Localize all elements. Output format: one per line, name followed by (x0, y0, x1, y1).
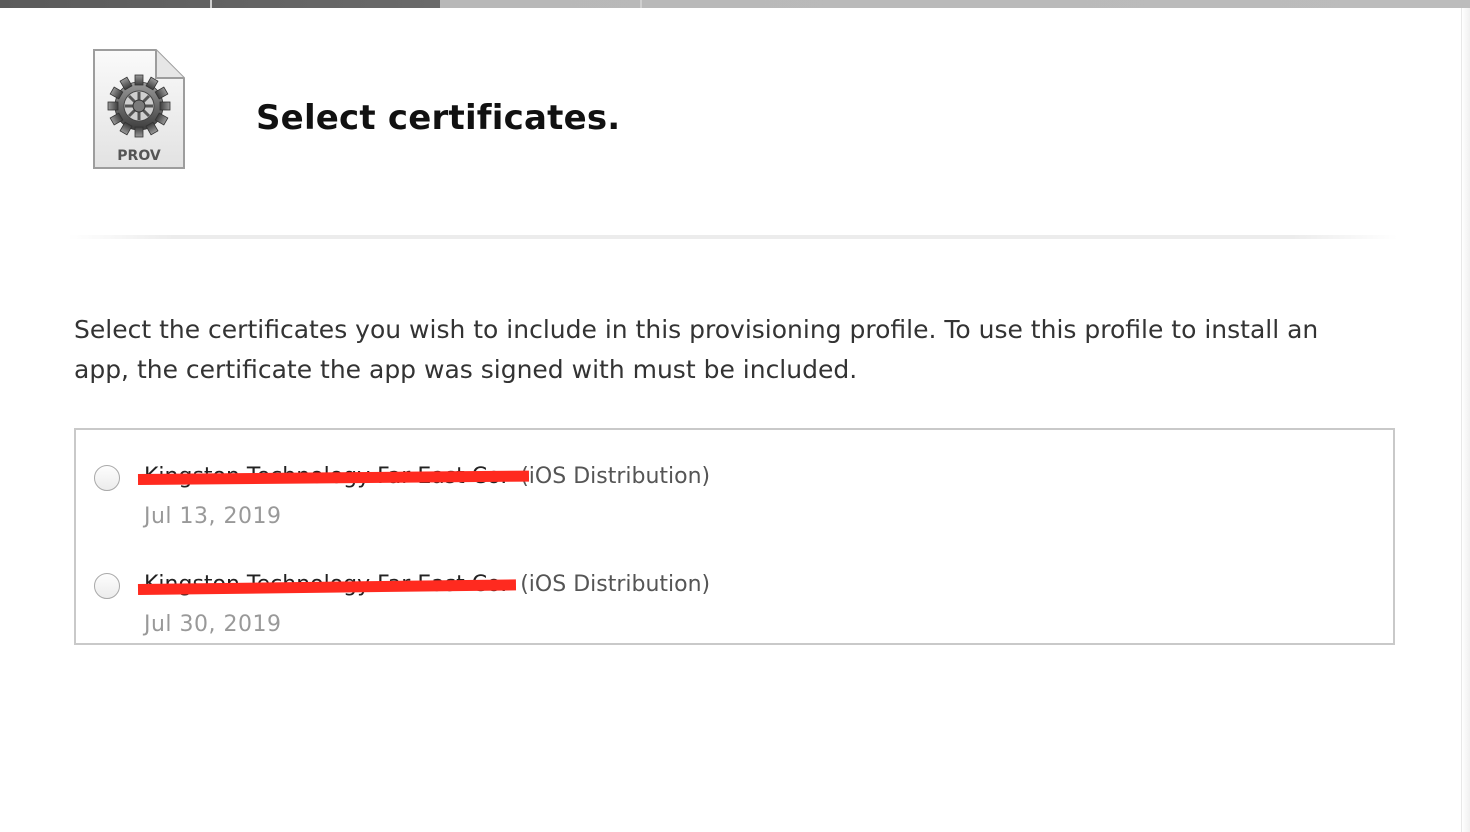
page-title: Select certificates. (256, 98, 621, 138)
certificate-radio[interactable] (94, 465, 120, 491)
certificate-date: Jul 13, 2019 (144, 504, 282, 529)
certificate-item[interactable]: Kingston Technology Far East Co. (iOS Di… (76, 552, 1393, 642)
certificate-type: (iOS Distribution) (520, 464, 711, 489)
certificate-radio[interactable] (94, 573, 120, 599)
top-bar-divider (210, 0, 212, 8)
window-right-edge (1461, 8, 1470, 832)
browser-top-bar (0, 0, 1470, 8)
certificate-item[interactable]: Kingston Technology Far East Co. (iOS Di… (76, 444, 1393, 534)
prov-icon-label: PROV (117, 148, 161, 164)
section-divider (68, 235, 1398, 239)
certificate-list: Kingston Technology Far East Co. (iOS Di… (74, 428, 1395, 645)
certificate-date: Jul 30, 2019 (144, 612, 282, 637)
certificate-type: (iOS Distribution) (520, 572, 711, 597)
top-bar-divider (640, 0, 642, 8)
provisioning-profile-icon: PROV (92, 48, 186, 170)
description-text: Select the certificates you wish to incl… (74, 315, 1319, 384)
